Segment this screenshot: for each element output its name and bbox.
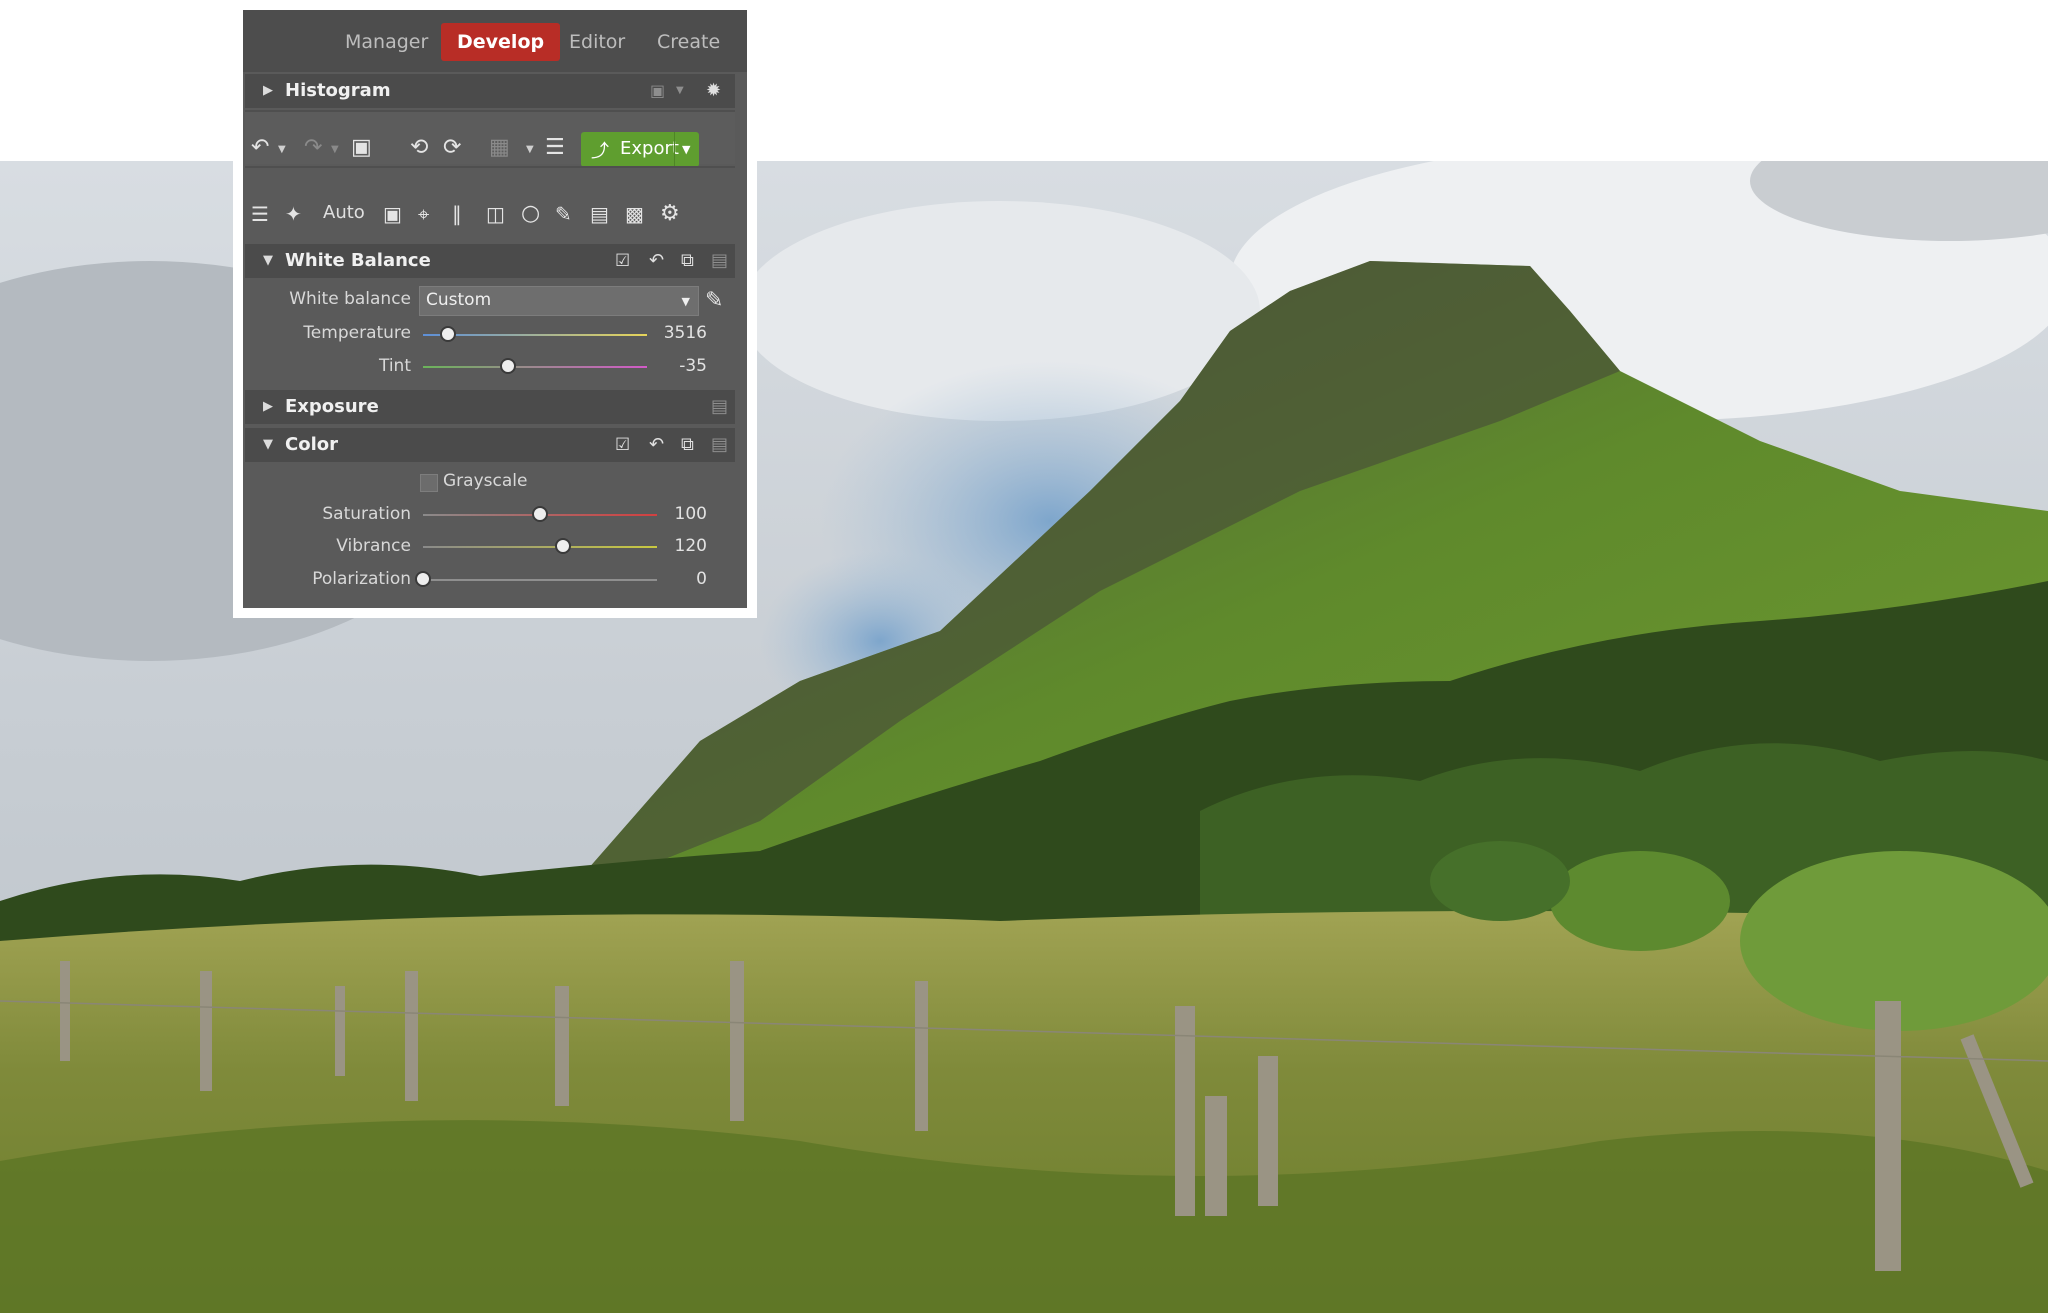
wand-icon[interactable]: ✦ [285, 199, 302, 229]
camera-icon[interactable]: ▣ [650, 74, 665, 108]
export-button[interactable]: ⤴ Export ▼ [581, 132, 699, 167]
tab-manager[interactable]: Manager [335, 23, 438, 61]
undo-icon[interactable]: ↶ [251, 133, 269, 163]
polarization-slider-knob[interactable] [415, 571, 431, 587]
tab-create[interactable]: Create [647, 23, 730, 61]
tab-develop[interactable]: Develop [441, 23, 561, 61]
white-balance-header[interactable]: ▼ White Balance ☑ ↶ ⧉ ▤ [245, 244, 735, 278]
color-title: Color [285, 434, 338, 455]
histogram-header[interactable]: ▶ Histogram ▣ ▼ ✹ [245, 74, 735, 108]
settings-icon[interactable]: ☰ [545, 133, 565, 163]
vibrance-label: Vibrance [336, 536, 411, 556]
paste-icon[interactable]: ▤ [711, 244, 728, 278]
tab-editor[interactable]: Editor [559, 23, 635, 61]
export-label: Export [620, 138, 679, 159]
saturation-slider[interactable] [423, 506, 657, 522]
aperture-icon[interactable]: ✹ [706, 74, 721, 108]
chevron-down-icon[interactable]: ▼ [278, 144, 286, 155]
paste-icon[interactable]: ▤ [711, 428, 728, 462]
grayscale-checkbox[interactable] [420, 474, 438, 492]
saturation-label: Saturation [322, 504, 411, 524]
white-balance-title: White Balance [285, 250, 431, 271]
camera-icon[interactable]: ▣ [383, 199, 402, 229]
tint-slider-knob[interactable] [500, 358, 517, 374]
paste-icon[interactable]: ▤ [711, 390, 728, 424]
white-balance-select[interactable]: Custom ▼ [419, 286, 699, 316]
rotate-right-icon[interactable]: ⟳ [443, 133, 461, 163]
reset-icon[interactable]: ↶ [649, 244, 664, 278]
chevron-down-icon: ▼ [681, 295, 690, 308]
checkbox-icon[interactable]: ☑ [615, 428, 630, 462]
redo-icon[interactable]: ↷ [304, 133, 322, 163]
saturation-value[interactable]: 100 [647, 504, 707, 524]
vibrance-slider[interactable] [423, 538, 657, 554]
gear-icon[interactable]: ⚙ [660, 199, 680, 229]
temperature-slider-knob[interactable] [439, 326, 456, 342]
temperature-slider[interactable] [423, 326, 647, 342]
chevron-down-icon[interactable]: ▼ [676, 74, 684, 108]
perspective-icon[interactable]: ∥ [452, 199, 462, 229]
chevron-down-icon[interactable]: ▼ [331, 144, 339, 155]
chevron-down-icon[interactable]: ▼ [526, 144, 534, 155]
white-balance-value: Custom [426, 290, 492, 310]
brush-icon[interactable]: ✎ [555, 199, 572, 229]
collapse-arrow-icon: ▼ [263, 253, 273, 268]
grayscale-label: Grayscale [443, 471, 528, 491]
tint-label: Tint [378, 356, 411, 376]
exposure-header[interactable]: ▶ Exposure ▤ [245, 390, 735, 424]
save-icon[interactable]: ▦ [489, 133, 510, 163]
checkbox-icon[interactable]: ☑ [615, 244, 630, 278]
chevron-down-icon[interactable]: ▼ [682, 143, 690, 156]
polarization-label: Polarization [312, 569, 411, 589]
expand-arrow-icon: ▶ [263, 399, 273, 414]
rotate-left-icon[interactable]: ⟲ [410, 133, 428, 163]
module-tabs: Manager Develop Editor Create [243, 10, 747, 72]
temperature-label: Temperature [303, 323, 411, 343]
export-icon: ⤴ [591, 141, 609, 162]
tint-value[interactable]: -35 [647, 356, 707, 376]
text-icon[interactable]: ◫ [486, 199, 505, 229]
saturation-slider-knob[interactable] [532, 506, 548, 522]
sliders-icon[interactable]: ☰ [251, 199, 269, 229]
circle-icon[interactable]: ○ [521, 199, 540, 229]
polarization-slider[interactable] [415, 571, 657, 587]
copy-icon[interactable]: ⧉ [681, 244, 694, 278]
reset-icon[interactable]: ↶ [649, 428, 664, 462]
copy-icon[interactable]: ⧉ [681, 428, 694, 462]
temperature-value[interactable]: 3516 [647, 323, 707, 343]
vibrance-slider-knob[interactable] [555, 538, 572, 554]
auto-button[interactable]: Auto [323, 202, 365, 223]
divider [245, 166, 735, 168]
tint-slider[interactable] [423, 358, 647, 374]
polarization-value[interactable]: 0 [647, 569, 707, 589]
gradient-icon[interactable]: ▤ [590, 199, 609, 229]
bandage-icon[interactable]: ▩ [625, 199, 644, 229]
divider [674, 132, 675, 167]
expand-arrow-icon: ▶ [263, 83, 273, 98]
develop-panel: Manager Develop Editor Create ▶ Histogra… [243, 10, 747, 608]
exposure-title: Exposure [285, 396, 379, 417]
histogram-title: Histogram [285, 80, 391, 101]
image-icon[interactable]: ▣ [351, 133, 372, 163]
white-balance-label: White balance [289, 289, 411, 309]
collapse-arrow-icon: ▼ [263, 437, 273, 452]
crop-icon[interactable]: ⌖ [418, 199, 429, 229]
color-header[interactable]: ▼ Color ☑ ↶ ⧉ ▤ [245, 428, 735, 462]
eyedropper-icon[interactable]: ✎ [705, 288, 723, 313]
vibrance-value[interactable]: 120 [647, 536, 707, 556]
